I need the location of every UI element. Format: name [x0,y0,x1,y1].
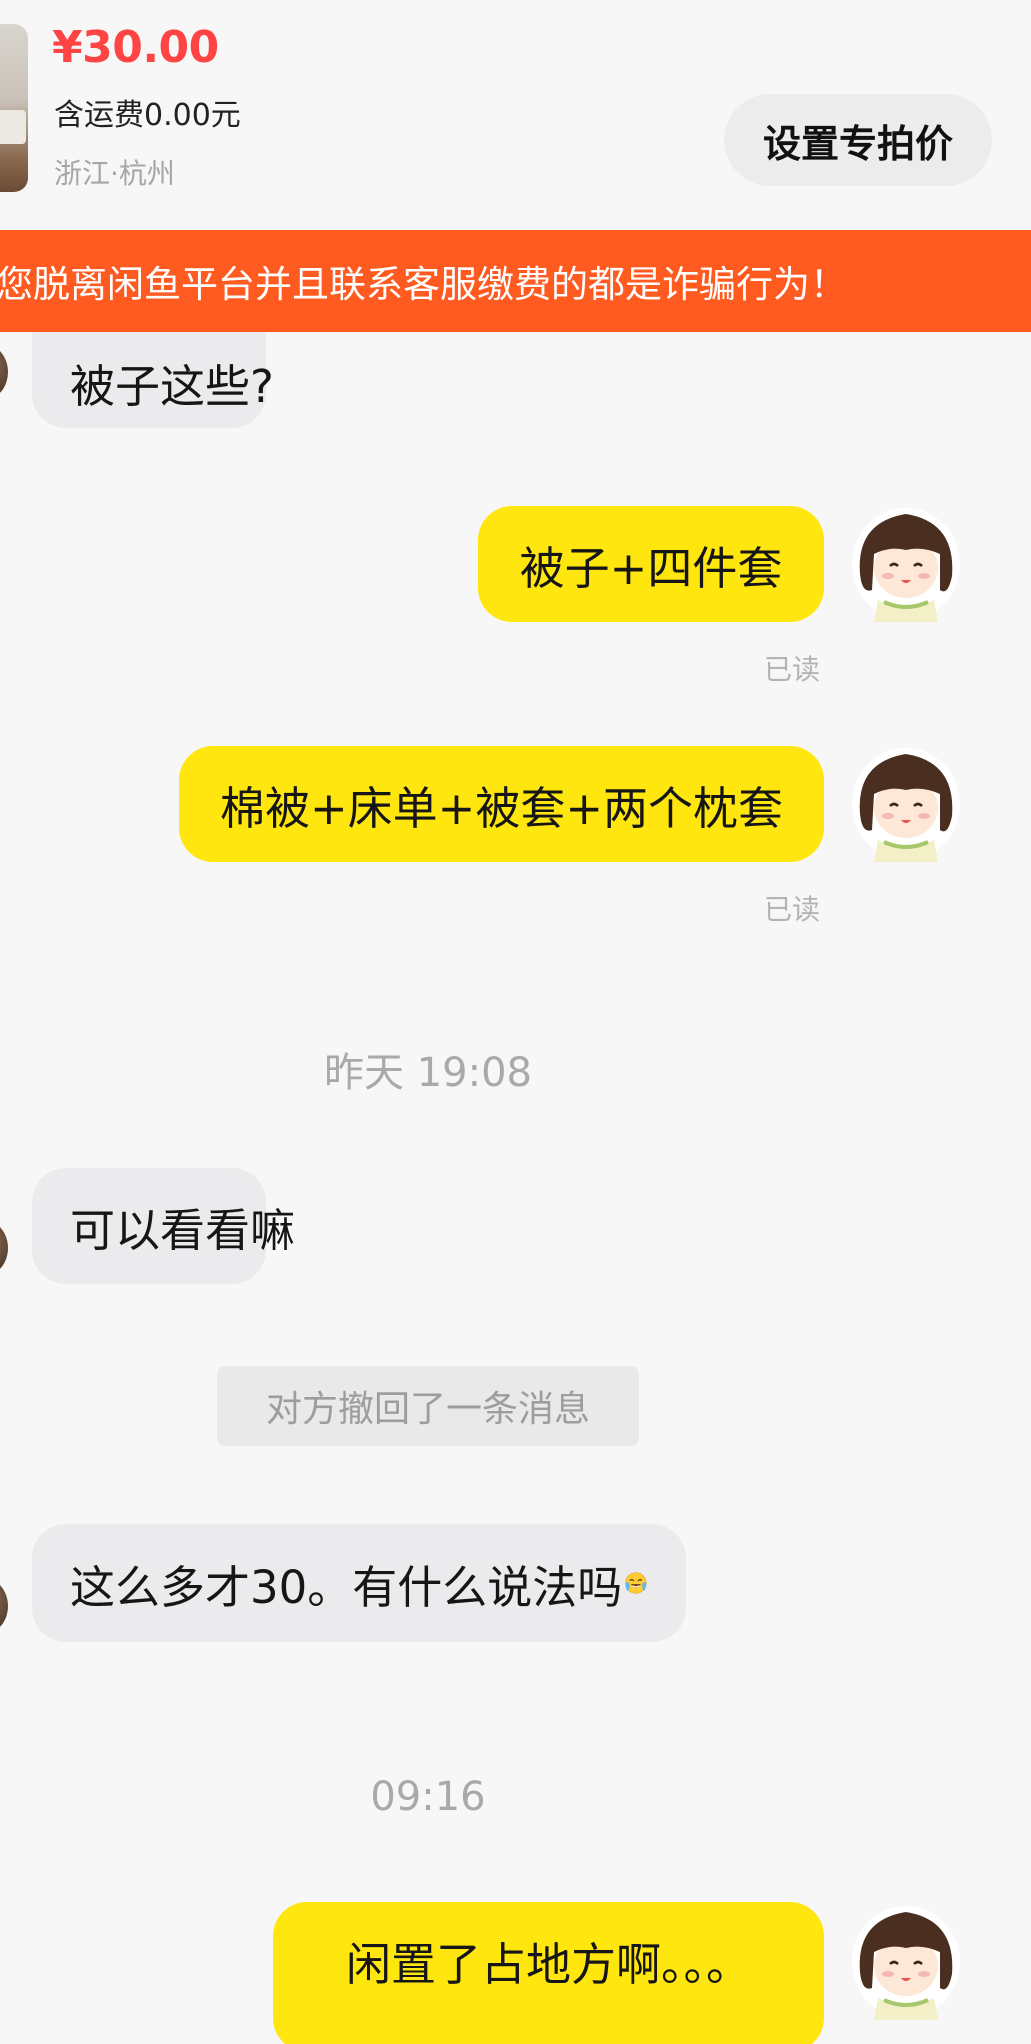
buyer-avatar[interactable] [0,1220,8,1276]
message-bubble-outgoing[interactable]: 闲置了占地方啊。。。 [273,1902,824,2044]
fraud-warning-banner[interactable]: 您脱离闲鱼平台并且联系客服缴费的都是诈骗行为！ [0,230,1031,332]
my-avatar[interactable] [848,504,964,622]
message-text: 棉被+床单+被套+两个枕套 [219,781,784,835]
recalled-message-notice: 对方撤回了一条消息 [217,1366,639,1446]
message-text: 被子这些? [70,359,274,413]
cartoon-girl-avatar-icon [852,1906,960,2020]
crying-laughing-emoji-icon [624,1552,648,1614]
my-avatar[interactable] [848,744,964,862]
my-avatar[interactable] [848,1902,964,2020]
set-special-price-button[interactable]: 设置专拍价 [724,94,992,186]
shipping-fee: 含运费0.00元 [54,98,241,133]
message-bubble-incoming[interactable]: 可以看看嘛 [32,1168,295,1284]
chat-message-list[interactable]: 被子这些? 被子+四件套 已读 棉被+床单+被套+两个枕套 已读 昨天 19:0… [0,332,1031,2044]
message-text: 被子+四件套 [519,541,783,595]
product-header: ¥30.00 含运费0.00元 浙江·杭州 设置专拍价 [0,0,1031,230]
buyer-avatar[interactable] [0,1578,8,1634]
timestamp-separator: 昨天 19:08 [324,1050,532,1096]
buyer-avatar[interactable] [0,344,8,400]
product-thumbnail[interactable] [0,24,28,192]
notice-text: 对方撤回了一条消息 [265,1389,590,1430]
message-bubble-outgoing[interactable]: 棉被+床单+被套+两个枕套 [179,746,824,862]
message-bubble-incoming[interactable]: 被子这些? [32,332,274,428]
message-text: 这么多才30。有什么说法吗 [70,1560,623,1614]
timestamp-separator: 09:16 [370,1774,486,1820]
cartoon-girl-avatar-icon [852,508,960,622]
read-receipt: 已读 [764,893,821,926]
product-thumbnail-bed [0,110,26,144]
seller-location: 浙江·杭州 [54,157,175,190]
message-bubble-outgoing[interactable]: 被子+四件套 [478,506,824,622]
message-text: 可以看看嘛 [70,1203,296,1257]
read-receipt: 已读 [764,653,821,686]
product-price: ¥30.00 [52,22,219,73]
message-text: 闲置了占地方啊。。。 [345,1938,751,1991]
cartoon-girl-avatar-icon [852,748,960,862]
message-bubble-incoming[interactable]: 这么多才30。有什么说法吗 [32,1524,686,1642]
fraud-warning-text: 您脱离闲鱼平台并且联系客服缴费的都是诈骗行为！ [0,263,847,306]
